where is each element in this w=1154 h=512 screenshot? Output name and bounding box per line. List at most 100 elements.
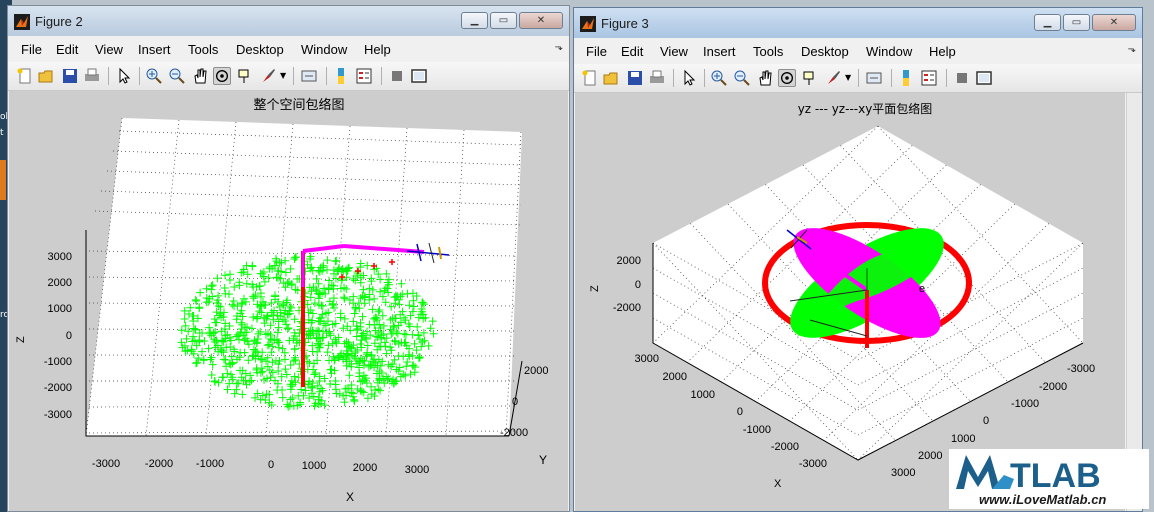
minimize-button[interactable]: ▁ [461, 12, 488, 29]
zoom-out-icon[interactable] [733, 69, 751, 87]
matlab-icon [14, 14, 30, 30]
zoom-in-icon[interactable] [145, 67, 163, 85]
brush-dropdown-icon[interactable]: ▼ [280, 71, 286, 80]
figure-canvas[interactable]: 整个空间包络图 3000 2000 1000 0 -1000 -2000 -30… [9, 91, 568, 511]
new-figure-icon[interactable] [581, 69, 599, 87]
z-tick-label: -2000 [613, 302, 641, 314]
z-tick-label: 2000 [48, 277, 72, 289]
save-icon[interactable] [61, 67, 79, 85]
z-tick-label: -2000 [44, 382, 72, 394]
hide-plot-tools-icon[interactable] [388, 67, 406, 85]
toolbar-separator [139, 67, 140, 85]
maximize-button[interactable]: ▭ [1063, 14, 1090, 31]
axes-3d[interactable]: 整个空间包络图 3000 2000 1000 0 -1000 -2000 -30… [9, 91, 570, 511]
menu-tools[interactable]: Tools [753, 44, 783, 59]
menu-dock-arrow-icon[interactable]: ⬎ [1128, 44, 1136, 55]
data-cursor-icon[interactable] [236, 67, 254, 85]
menu-insert[interactable]: Insert [703, 44, 736, 59]
y-tick-label: 2000 [524, 365, 548, 377]
colorbar-icon[interactable] [332, 67, 350, 85]
hide-plot-tools-icon[interactable] [953, 69, 971, 87]
desktop-icon-fragment [0, 160, 6, 200]
z-axis-label: Z [589, 285, 601, 292]
window-title: Figure 3 [601, 16, 649, 31]
toolbar-separator [326, 67, 327, 85]
zoom-out-icon[interactable] [168, 67, 186, 85]
close-icon: ✕ [536, 15, 546, 26]
maximize-button[interactable]: ▭ [490, 12, 517, 29]
x-tick-label: 0 [268, 459, 274, 471]
toolbar-separator [673, 69, 674, 87]
x-axis-label: X [346, 490, 354, 504]
menu-file[interactable]: File [586, 44, 607, 59]
menu-window[interactable]: Window [301, 42, 347, 57]
y-axis-label: Y [539, 453, 547, 467]
toolbar-separator [704, 69, 705, 87]
open-file-icon[interactable] [602, 69, 620, 87]
new-figure-icon[interactable] [16, 67, 34, 85]
menu-window[interactable]: Window [866, 44, 912, 59]
minimize-button[interactable]: ▁ [1034, 14, 1061, 31]
data-cursor-icon[interactable] [801, 69, 819, 87]
maximize-icon: ▭ [498, 15, 509, 26]
z-tick-label: 2000 [617, 255, 641, 267]
pointer-icon[interactable] [680, 69, 698, 87]
menu-edit[interactable]: Edit [56, 42, 78, 57]
rotate-3d-icon[interactable] [213, 67, 231, 85]
title-bar[interactable]: Figure 2 ▁ ▭ ✕ [8, 6, 569, 36]
figure-window[interactable]: Figure 3 ▁ ▭ ✕ File Edit View Insert Too… [573, 7, 1143, 512]
open-file-icon[interactable] [37, 67, 55, 85]
x-tick-label: 3000 [405, 464, 429, 476]
zoom-in-icon[interactable] [710, 69, 728, 87]
menu-file[interactable]: File [21, 42, 42, 57]
title-bar[interactable]: Figure 3 ▁ ▭ ✕ [574, 8, 1142, 38]
menu-dock-arrow-icon[interactable]: ⬎ [555, 42, 563, 53]
y-tick-label: -3000 [1067, 363, 1095, 375]
x-tick-label: -3000 [799, 458, 827, 470]
x-tick-label: -3000 [92, 458, 120, 470]
show-plot-tools-icon[interactable] [975, 69, 993, 87]
menu-edit[interactable]: Edit [621, 44, 643, 59]
save-icon[interactable] [626, 69, 644, 87]
link-plot-icon[interactable] [300, 67, 318, 85]
matlab-icon [580, 16, 596, 32]
toolbar-separator [891, 69, 892, 87]
y-tick-label: 3000 [891, 467, 915, 479]
link-plot-icon[interactable] [865, 69, 883, 87]
brush-dropdown-icon[interactable]: ▼ [845, 73, 851, 82]
close-button[interactable]: ✕ [1092, 14, 1136, 31]
print-icon[interactable] [83, 67, 101, 85]
z-tick-label: -3000 [44, 409, 72, 421]
menu-view[interactable]: View [95, 42, 123, 57]
brush-icon[interactable] [824, 69, 842, 87]
x-tick-label: -2000 [145, 458, 173, 470]
figure-window[interactable]: Figure 2 ▁ ▭ ✕ File Edit View Insert Too… [7, 5, 570, 512]
y-tick-label: -1000 [1011, 398, 1039, 410]
maximize-icon: ▭ [1071, 17, 1082, 28]
menu-desktop[interactable]: Desktop [801, 44, 849, 59]
menu-help[interactable]: Help [364, 42, 391, 57]
legend-icon[interactable] [920, 69, 938, 87]
menu-bar: File Edit View Insert Tools Desktop Wind… [8, 36, 569, 62]
pointer-icon[interactable] [115, 67, 133, 85]
z-tick-label: 3000 [48, 251, 72, 263]
legend-icon[interactable] [355, 67, 373, 85]
toolbar-separator [108, 67, 109, 85]
watermark-url: www.iLoveMatlab.cn [979, 492, 1107, 507]
pan-hand-icon[interactable] [191, 67, 209, 85]
window-title: Figure 2 [35, 14, 83, 29]
brush-icon[interactable] [259, 67, 277, 85]
x-tick-label: 0 [737, 406, 743, 418]
close-button[interactable]: ✕ [519, 12, 563, 29]
print-icon[interactable] [648, 69, 666, 87]
pan-hand-icon[interactable] [756, 69, 774, 87]
menu-insert[interactable]: Insert [138, 42, 171, 57]
colorbar-icon[interactable] [897, 69, 915, 87]
show-plot-tools-icon[interactable] [410, 67, 428, 85]
menu-help[interactable]: Help [929, 44, 956, 59]
y-tick-label: -2000 [1039, 381, 1067, 393]
menu-desktop[interactable]: Desktop [236, 42, 284, 57]
rotate-3d-icon[interactable] [778, 69, 796, 87]
menu-tools[interactable]: Tools [188, 42, 218, 57]
menu-view[interactable]: View [660, 44, 688, 59]
